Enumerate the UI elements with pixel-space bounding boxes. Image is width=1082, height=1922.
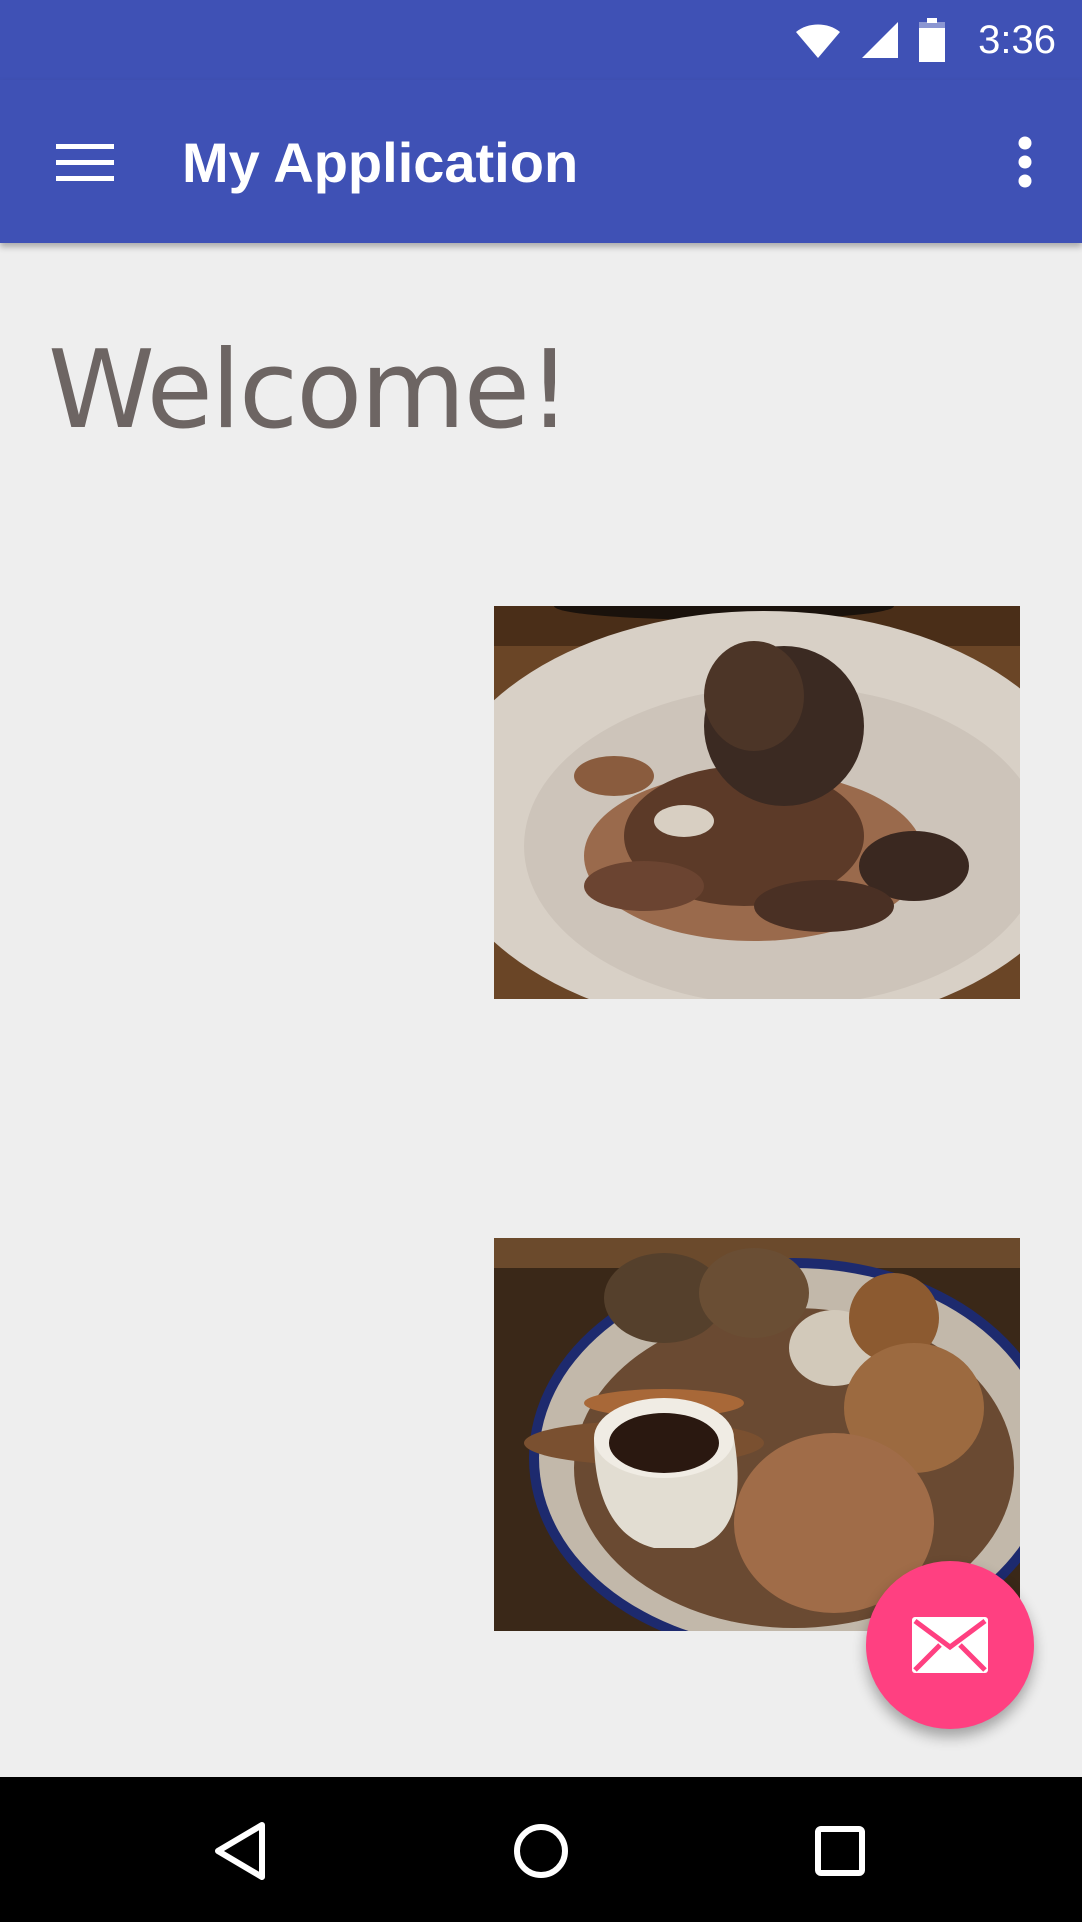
more-vert-icon [1018, 136, 1032, 188]
mail-icon [912, 1617, 988, 1673]
home-button[interactable] [491, 1803, 591, 1899]
home-icon [514, 1824, 568, 1878]
mushroom-dish-photo [494, 606, 1020, 999]
recent-apps-button[interactable] [790, 1803, 890, 1899]
back-button[interactable] [190, 1803, 290, 1899]
status-clock: 3:36 [978, 17, 1056, 62]
cell-signal-icon [862, 22, 899, 58]
system-nav-bar [0, 1777, 1082, 1922]
app-bar: My Application [0, 80, 1082, 243]
hamburger-menu-icon [56, 144, 114, 181]
app-title: My Application [182, 131, 579, 194]
back-icon [215, 1822, 265, 1880]
menu-button[interactable] [40, 122, 130, 202]
overflow-menu-button[interactable] [990, 122, 1060, 202]
compose-mail-fab[interactable] [866, 1561, 1034, 1729]
recent-apps-icon [815, 1826, 865, 1876]
wifi-icon [796, 24, 841, 58]
welcome-heading: Welcome! [48, 328, 571, 453]
status-bar: 3:36 [0, 0, 1082, 80]
battery-icon [919, 18, 946, 62]
